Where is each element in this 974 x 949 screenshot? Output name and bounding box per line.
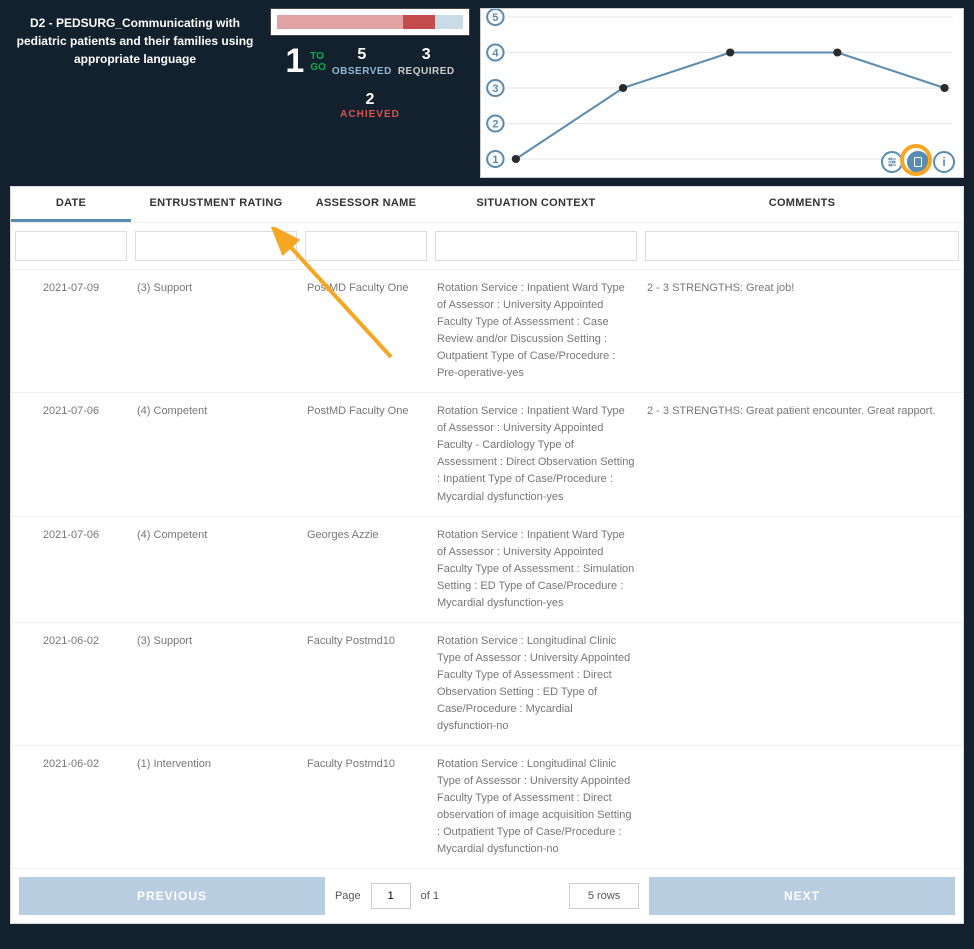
of-label: of 1 [421,890,439,902]
cell-context: Rotation Service : Inpatient Ward Type o… [431,525,641,614]
cell-comments: 2 - 3 STRENGTHS: Great patient encounter… [641,401,963,507]
stats-panel: 1 TO GO 5 OBSERVED 3 REQUIRED 2 ACHIEVED [270,8,470,178]
book-icon[interactable] [907,151,929,173]
cell-rating: (1) Intervention [131,754,301,860]
info-icon[interactable]: i [933,151,955,173]
cell-date: 2021-07-06 [11,401,131,507]
cell-assessor: Georges Azzie [301,525,431,614]
cell-date: 2021-07-09 [11,278,131,384]
filter-assessor[interactable] [305,231,427,261]
cell-assessor: Faculty Postmd10 [301,631,431,737]
table-row[interactable]: 2021-06-02(1) InterventionFaculty Postmd… [11,746,963,869]
col-header-date[interactable]: DATE [11,187,131,222]
cell-comments [641,754,963,860]
page-input[interactable] [371,883,411,909]
cell-date: 2021-06-02 [11,754,131,860]
svg-text:1: 1 [492,154,498,166]
observed-label: OBSERVED [332,66,392,77]
rows-select[interactable]: 5 rows [569,883,639,909]
required-number: 3 [422,46,431,64]
filter-rating[interactable] [135,231,297,261]
cell-assessor: PostMD Faculty One [301,278,431,384]
observed-number: 5 [357,46,366,64]
cell-context: Rotation Service : Inpatient Ward Type o… [431,401,641,507]
settings-icon[interactable] [881,151,903,173]
previous-button[interactable]: PREVIOUS [19,877,325,915]
cell-date: 2021-07-06 [11,525,131,614]
cell-assessor: PostMD Faculty One [301,401,431,507]
achieved-number: 2 [270,91,470,109]
cell-context: Rotation Service : Longitudinal Clinic T… [431,631,641,737]
svg-text:4: 4 [492,48,499,60]
cell-rating: (4) Competent [131,525,301,614]
table-row[interactable]: 2021-07-06(4) CompetentPostMD Faculty On… [11,393,963,516]
table-row[interactable]: 2021-07-06(4) CompetentGeorges AzzieRota… [11,517,963,623]
to-go-label: TO GO [310,51,326,73]
entrustment-chart: 1 2 3 4 5 i [480,8,964,178]
epa-title: D2 - PEDSURG_Communicating with pediatri… [10,8,260,178]
cell-comments [641,525,963,614]
col-header-comments[interactable]: COMMENTS [641,187,963,222]
table-row[interactable]: 2021-06-02(3) SupportFaculty Postmd10Rot… [11,623,963,746]
progress-bar [270,8,470,36]
cell-comments: 2 - 3 STRENGTHS: Great job! [641,278,963,384]
filter-context[interactable] [435,231,637,261]
cell-context: Rotation Service : Longitudinal Clinic T… [431,754,641,860]
cell-comments [641,631,963,737]
svg-text:2: 2 [492,119,498,131]
filter-comments[interactable] [645,231,959,261]
svg-text:3: 3 [492,83,498,95]
cell-date: 2021-06-02 [11,631,131,737]
cell-rating: (3) Support [131,278,301,384]
to-go-number: 1 [285,42,304,81]
svg-text:5: 5 [492,12,498,24]
achieved-label: ACHIEVED [270,109,470,120]
next-button[interactable]: NEXT [649,877,955,915]
cell-rating: (4) Competent [131,401,301,507]
table-row[interactable]: 2021-07-09(3) SupportPostMD Faculty OneR… [11,270,963,393]
page-label: Page [335,890,361,902]
cell-context: Rotation Service : Inpatient Ward Type o… [431,278,641,384]
col-header-context[interactable]: SITUATION CONTEXT [431,187,641,222]
col-header-rating[interactable]: ENTRUSTMENT RATING [131,187,301,222]
col-header-assessor[interactable]: ASSESSOR NAME [301,187,431,222]
assessments-table: DATE ENTRUSTMENT RATING ASSESSOR NAME SI… [10,186,964,924]
required-label: REQUIRED [398,66,455,77]
cell-assessor: Faculty Postmd10 [301,754,431,860]
cell-rating: (3) Support [131,631,301,737]
filter-date[interactable] [15,231,127,261]
